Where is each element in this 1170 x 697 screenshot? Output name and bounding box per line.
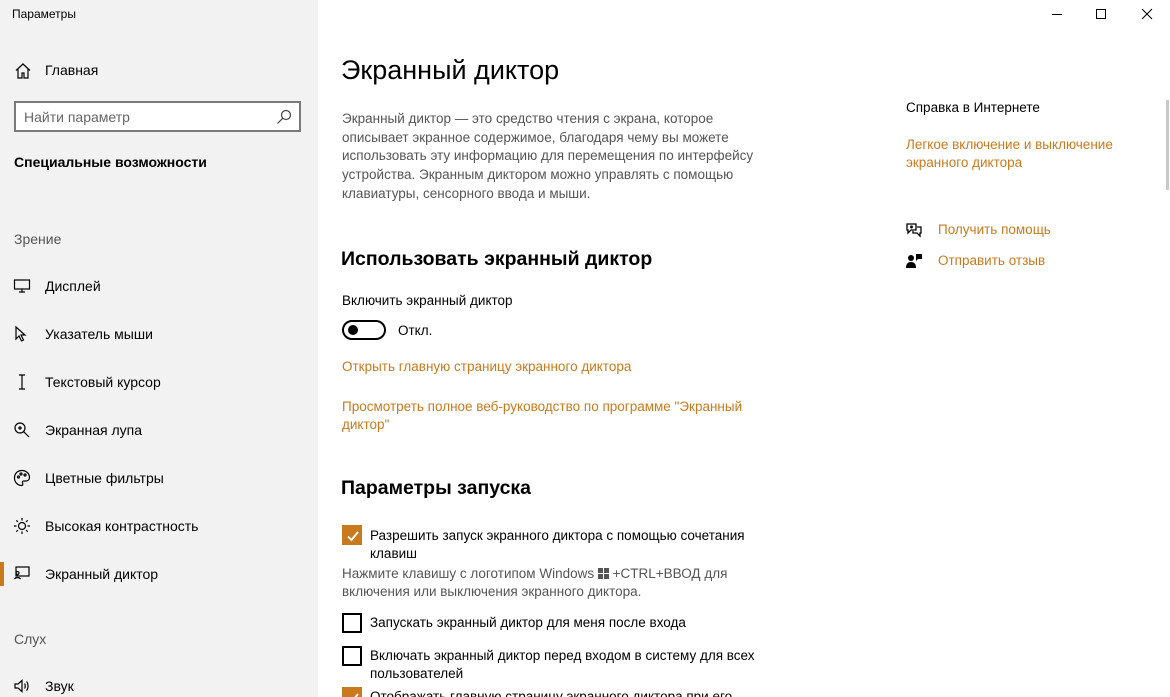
scrollbar[interactable]: [1166, 100, 1169, 190]
toggle-knob: [348, 325, 358, 335]
sidebar-item-text-cursor[interactable]: Текстовый курсор: [0, 364, 318, 400]
start-after-signin-label: Запускать экранный диктор для меня после…: [370, 615, 686, 630]
get-help-icon: [905, 221, 923, 239]
shortcut-checkbox[interactable]: [342, 525, 362, 545]
app-title: Параметры: [12, 7, 76, 21]
feedback-icon: [905, 252, 923, 270]
sidebar-item-label: Дисплей: [45, 278, 101, 294]
sidebar-item-high-contrast[interactable]: Высокая контрастность: [0, 508, 318, 544]
feedback-link[interactable]: Отправить отзыв: [905, 250, 1145, 272]
mouse-pointer-icon: [13, 325, 31, 343]
startup-options-heading: Параметры запуска: [341, 477, 532, 499]
sidebar-item-display[interactable]: Дисплей: [0, 268, 318, 304]
narrator-guide-link[interactable]: Просмотреть полное веб-руководство по пр…: [342, 398, 772, 434]
sidebar-item-mouse-pointer[interactable]: Указатель мыши: [0, 316, 318, 352]
group-label-vision: Зрение: [14, 231, 62, 247]
sidebar-home-label: Главная: [45, 62, 99, 78]
sidebar-home[interactable]: Главная: [0, 56, 318, 86]
group-label-hearing: Слух: [14, 631, 47, 647]
sidebar-item-label: Экранная лупа: [45, 422, 143, 438]
windows-logo-icon: [597, 568, 609, 579]
maximize-button[interactable]: [1078, 0, 1124, 28]
narrator-toggle[interactable]: [342, 320, 386, 340]
high-contrast-icon: [13, 517, 31, 535]
sidebar-item-label: Текстовый курсор: [45, 374, 161, 390]
shortcut-hint: Нажмите клавишу с логотипом Windows +CTR…: [342, 565, 762, 601]
use-narrator-heading: Использовать экранный диктор: [341, 248, 653, 270]
narrator-toggle-label: Включить экранный диктор: [342, 293, 513, 308]
search-icon[interactable]: [276, 109, 292, 125]
sidebar-item-narrator[interactable]: Экранный диктор: [0, 556, 318, 592]
sidebar-item-label: Звук: [45, 678, 74, 694]
get-help-link[interactable]: Получить помощь: [905, 219, 1145, 241]
magnifier-icon: [13, 421, 31, 439]
home-icon: [14, 62, 32, 80]
search-box[interactable]: [14, 101, 301, 132]
page-title: Экранный диктор: [341, 55, 560, 85]
online-help-title: Справка в Интернете: [906, 100, 1040, 115]
narrator-icon: [13, 565, 31, 583]
sidebar-item-magnifier[interactable]: Экранная лупа: [0, 412, 318, 448]
minimize-button[interactable]: [1034, 0, 1080, 28]
online-help-link[interactable]: Легкое включение и выключение экранного …: [906, 136, 1146, 172]
section-title: Специальные возможности: [14, 154, 207, 170]
close-button[interactable]: [1124, 0, 1170, 28]
start-before-signin-checkbox[interactable]: [342, 646, 362, 666]
sidebar-item-color-filters[interactable]: Цветные фильтры: [0, 460, 318, 496]
shortcut-checkbox-label: Разрешить запуск экранного диктора с пом…: [370, 528, 745, 561]
sidebar-item-label: Экранный диктор: [45, 566, 159, 582]
sidebar-item-label: Цветные фильтры: [45, 470, 164, 486]
color-filters-icon: [13, 469, 31, 487]
sidebar-item-sound[interactable]: Звук: [0, 668, 318, 697]
narrator-toggle-state: Откл.: [398, 323, 433, 338]
text-cursor-icon: [13, 373, 31, 391]
start-after-signin-checkbox[interactable]: [342, 613, 362, 633]
sidebar: Параметры Главная Специальные возможност…: [0, 0, 318, 697]
get-help-label: Получить помощь: [938, 222, 1051, 237]
shortcut-hint-text: Нажмите клавишу с логотипом Windows: [342, 566, 595, 581]
narrator-home-link[interactable]: Открыть главную страницу экранного дикто…: [342, 358, 772, 376]
sidebar-item-label: Высокая контрастность: [45, 518, 199, 534]
search-input[interactable]: [24, 108, 274, 126]
display-icon: [13, 277, 31, 295]
feedback-label: Отправить отзыв: [938, 253, 1046, 268]
sidebar-item-label: Указатель мыши: [45, 326, 153, 342]
show-home-label: Отображать главную страницу экранного ди…: [370, 689, 733, 697]
speaker-icon: [13, 677, 31, 695]
start-before-signin-label: Включать экранный диктор перед входом в …: [370, 648, 755, 681]
narrator-description: Экранный диктор — это средство чтения с …: [342, 111, 754, 201]
show-home-checkbox[interactable]: [342, 687, 362, 697]
